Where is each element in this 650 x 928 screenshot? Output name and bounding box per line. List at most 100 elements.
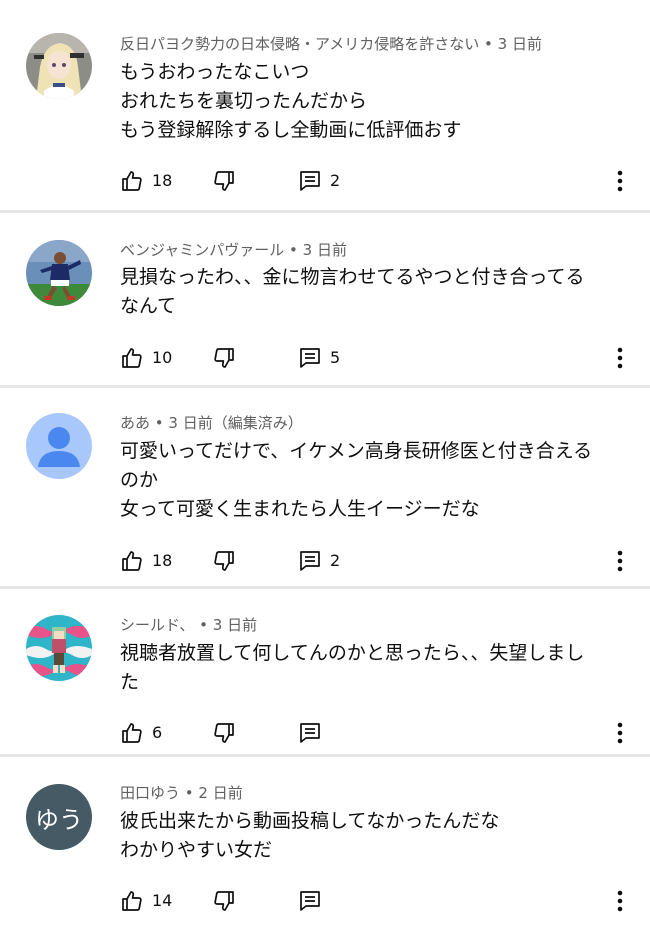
- more-vert-icon: [617, 890, 623, 912]
- reply-count: 2: [330, 551, 341, 570]
- comment-separator: [0, 210, 650, 213]
- like-count: 14: [152, 891, 173, 910]
- comment-time[interactable]: 3 日前: [498, 35, 542, 53]
- comment-separator: [0, 586, 650, 589]
- soccer-player-avatar-icon: [26, 240, 92, 306]
- comment-meta: ああ • 3 日前（編集済み）: [120, 413, 303, 433]
- comment-text: もうおわったなこいつ おれたちを裏切ったんだから もう登録解除するし全動画に低評…: [120, 58, 625, 145]
- comment-time[interactable]: 3 日前: [213, 616, 257, 634]
- comment-text: 彼氏出来たから動画投稿してなかったんだな わかりやすい女だ: [120, 807, 625, 865]
- more-vert-icon: [617, 347, 623, 369]
- comment-actions: 6: [0, 718, 650, 748]
- thumbs-up-icon: [122, 348, 142, 368]
- reply-button[interactable]: 2: [298, 166, 340, 196]
- dislike-button[interactable]: [212, 546, 236, 576]
- dislike-button[interactable]: [212, 343, 236, 373]
- comment-line: なんて: [120, 295, 177, 317]
- thumbs-down-icon: [214, 348, 234, 368]
- comment-line: 女って可愛く生まれたら人生イージーだな: [120, 498, 480, 520]
- comment-text: 見損なったわ、、金に物言わせてるやつと付き合ってる なんて: [120, 263, 625, 321]
- comment-line: わかりやすい女だ: [120, 839, 273, 861]
- reply-button[interactable]: [298, 886, 322, 916]
- reply-icon: [300, 348, 320, 368]
- comment-line: 視聴者放置して何してんのかと思ったら、、失望しまし: [120, 642, 585, 664]
- comment-text: 視聴者放置して何してんのかと思ったら、、失望しまし た: [120, 639, 625, 697]
- comment-separator: [0, 754, 650, 757]
- thumbs-up-icon: [122, 171, 142, 191]
- meta-separator: •: [479, 35, 498, 53]
- comment-line: 見損なったわ、、金に物言わせてるやつと付き合ってる: [120, 266, 585, 288]
- like-button[interactable]: 14: [120, 886, 172, 916]
- comment-author[interactable]: シールド、: [120, 616, 194, 634]
- reply-button[interactable]: 5: [298, 343, 340, 373]
- dislike-button[interactable]: [212, 886, 236, 916]
- like-button[interactable]: 6: [120, 718, 162, 748]
- comment-author[interactable]: ベンジャミンパヴァール: [120, 241, 284, 259]
- thumbs-down-icon: [214, 171, 234, 191]
- thumbs-up-icon: [122, 551, 142, 571]
- dislike-button[interactable]: [212, 166, 236, 196]
- avatar-initial: ゆう: [35, 805, 83, 834]
- thumbs-up-icon: [122, 723, 142, 743]
- comment-meta: ベンジャミンパヴァール • 3 日前: [120, 240, 347, 260]
- more-options-button[interactable]: [608, 546, 632, 576]
- more-options-button[interactable]: [608, 166, 632, 196]
- more-options-button[interactable]: [608, 718, 632, 748]
- comment-line: もう登録解除するし全動画に低評価おす: [120, 119, 462, 141]
- like-count: 18: [152, 171, 173, 190]
- meta-separator: •: [150, 414, 169, 432]
- more-options-button[interactable]: [608, 343, 632, 373]
- comment-separator: [0, 385, 650, 388]
- reply-icon: [300, 551, 320, 571]
- comment-meta: 反日パヨク勢力の日本侵略・アメリカ侵略を許さない • 3 日前: [120, 34, 542, 54]
- default-person-avatar-icon: [26, 413, 92, 479]
- pixel-character-avatar-icon: [26, 615, 92, 681]
- comment-line: 彼氏出来たから動画投稿してなかったんだな: [120, 810, 500, 832]
- thumbs-down-icon: [214, 551, 234, 571]
- author-avatar[interactable]: [26, 615, 92, 681]
- author-avatar[interactable]: [26, 33, 92, 99]
- meta-separator: •: [194, 616, 213, 634]
- author-avatar[interactable]: [26, 240, 92, 306]
- more-options-button[interactable]: [608, 886, 632, 916]
- meta-separator: •: [284, 241, 303, 259]
- comment-actions: 10 5: [0, 343, 650, 373]
- comment-meta: シールド、 • 3 日前: [120, 615, 257, 635]
- anime-character-avatar-icon: [26, 33, 92, 99]
- comment-time[interactable]: 3 日前（編集済み）: [168, 414, 302, 432]
- like-count: 10: [152, 348, 173, 367]
- reply-count: 2: [330, 171, 341, 190]
- comment-line: もうおわったなこいつ: [120, 61, 310, 83]
- comment-time[interactable]: 3 日前: [303, 241, 347, 259]
- dislike-button[interactable]: [212, 718, 236, 748]
- reply-button[interactable]: 2: [298, 546, 340, 576]
- comment-actions: 18 2: [0, 166, 650, 196]
- comment-line: た: [120, 671, 140, 693]
- more-vert-icon: [617, 722, 623, 744]
- comment-actions: 18 2: [0, 546, 650, 576]
- more-vert-icon: [617, 550, 623, 572]
- comment-meta: 田口ゆう • 2 日前: [120, 783, 243, 803]
- author-avatar[interactable]: ゆう: [26, 784, 92, 850]
- comment-actions: 14: [0, 886, 650, 916]
- comment-time[interactable]: 2 日前: [198, 784, 242, 802]
- thumbs-down-icon: [214, 723, 234, 743]
- reply-button[interactable]: [298, 718, 322, 748]
- meta-separator: •: [180, 784, 199, 802]
- reply-icon: [300, 171, 320, 191]
- like-button[interactable]: 18: [120, 546, 172, 576]
- comment-author[interactable]: 反日パヨク勢力の日本侵略・アメリカ侵略を許さない: [120, 35, 479, 53]
- thumbs-down-icon: [214, 891, 234, 911]
- comment-author[interactable]: ああ: [120, 414, 150, 432]
- author-avatar[interactable]: [26, 413, 92, 479]
- like-button[interactable]: 18: [120, 166, 172, 196]
- like-count: 18: [152, 551, 173, 570]
- comment-line: のか: [120, 469, 159, 491]
- like-count: 6: [152, 723, 163, 742]
- more-vert-icon: [617, 170, 623, 192]
- like-button[interactable]: 10: [120, 343, 172, 373]
- reply-icon: [300, 723, 320, 743]
- reply-count: 5: [330, 348, 341, 367]
- comment-author[interactable]: 田口ゆう: [120, 784, 180, 802]
- comment-text: 可愛いってだけで、イケメン高身長研修医と付き合える のか 女って可愛く生まれたら…: [120, 437, 625, 524]
